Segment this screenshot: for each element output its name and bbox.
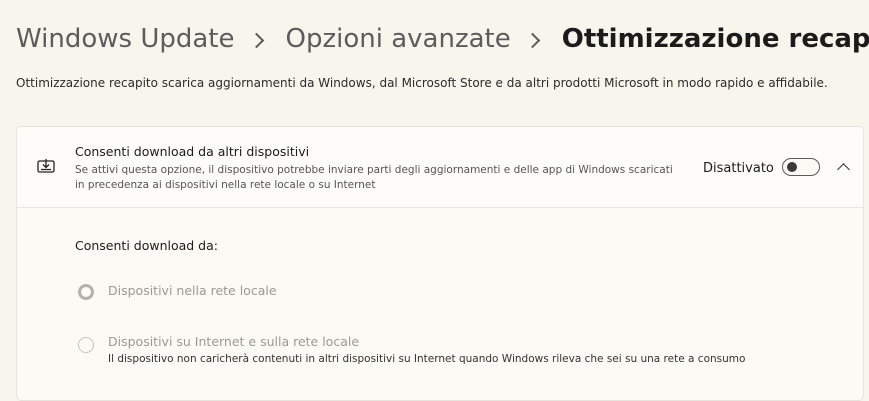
chevron-up-icon[interactable]: [837, 163, 850, 176]
radio-label-internet-and-local: Dispositivi su Internet e sulla rete loc…: [108, 334, 360, 349]
radio-label-local-network: Dispositivi nella rete locale: [108, 283, 277, 298]
page-description: Ottimizzazione recapito scarica aggiorna…: [16, 76, 828, 90]
radio-note-metered: Il dispositivo non caricherà contenuti i…: [108, 353, 746, 365]
chevron-right-icon: [248, 32, 264, 48]
setting-card: Consenti download da altri dispositivi S…: [16, 126, 864, 401]
chevron-right-icon: [524, 32, 540, 48]
toggle-state-label: Disattivato: [703, 161, 774, 176]
download-devices-icon: [37, 159, 55, 173]
download-from-label: Consenti download da:: [75, 238, 218, 253]
toggle-knob: [787, 162, 797, 172]
breadcrumb: Windows Update Opzioni avanzate Ottimizz…: [16, 19, 869, 59]
setting-description: Se attivi questa opzione, il dispositivo…: [75, 164, 673, 191]
allow-download-toggle[interactable]: [782, 158, 820, 176]
breadcrumb-windows-update[interactable]: Windows Update: [16, 19, 235, 59]
setting-title: Consenti download da altri dispositivi: [75, 144, 310, 159]
setting-header[interactable]: Consenti download da altri dispositivi S…: [17, 127, 863, 208]
radio-internet-and-local[interactable]: [78, 337, 94, 353]
page-title: Ottimizzazione recapito: [561, 24, 869, 54]
breadcrumb-opzioni-avanzate[interactable]: Opzioni avanzate: [286, 19, 511, 59]
radio-local-network[interactable]: [78, 284, 94, 300]
